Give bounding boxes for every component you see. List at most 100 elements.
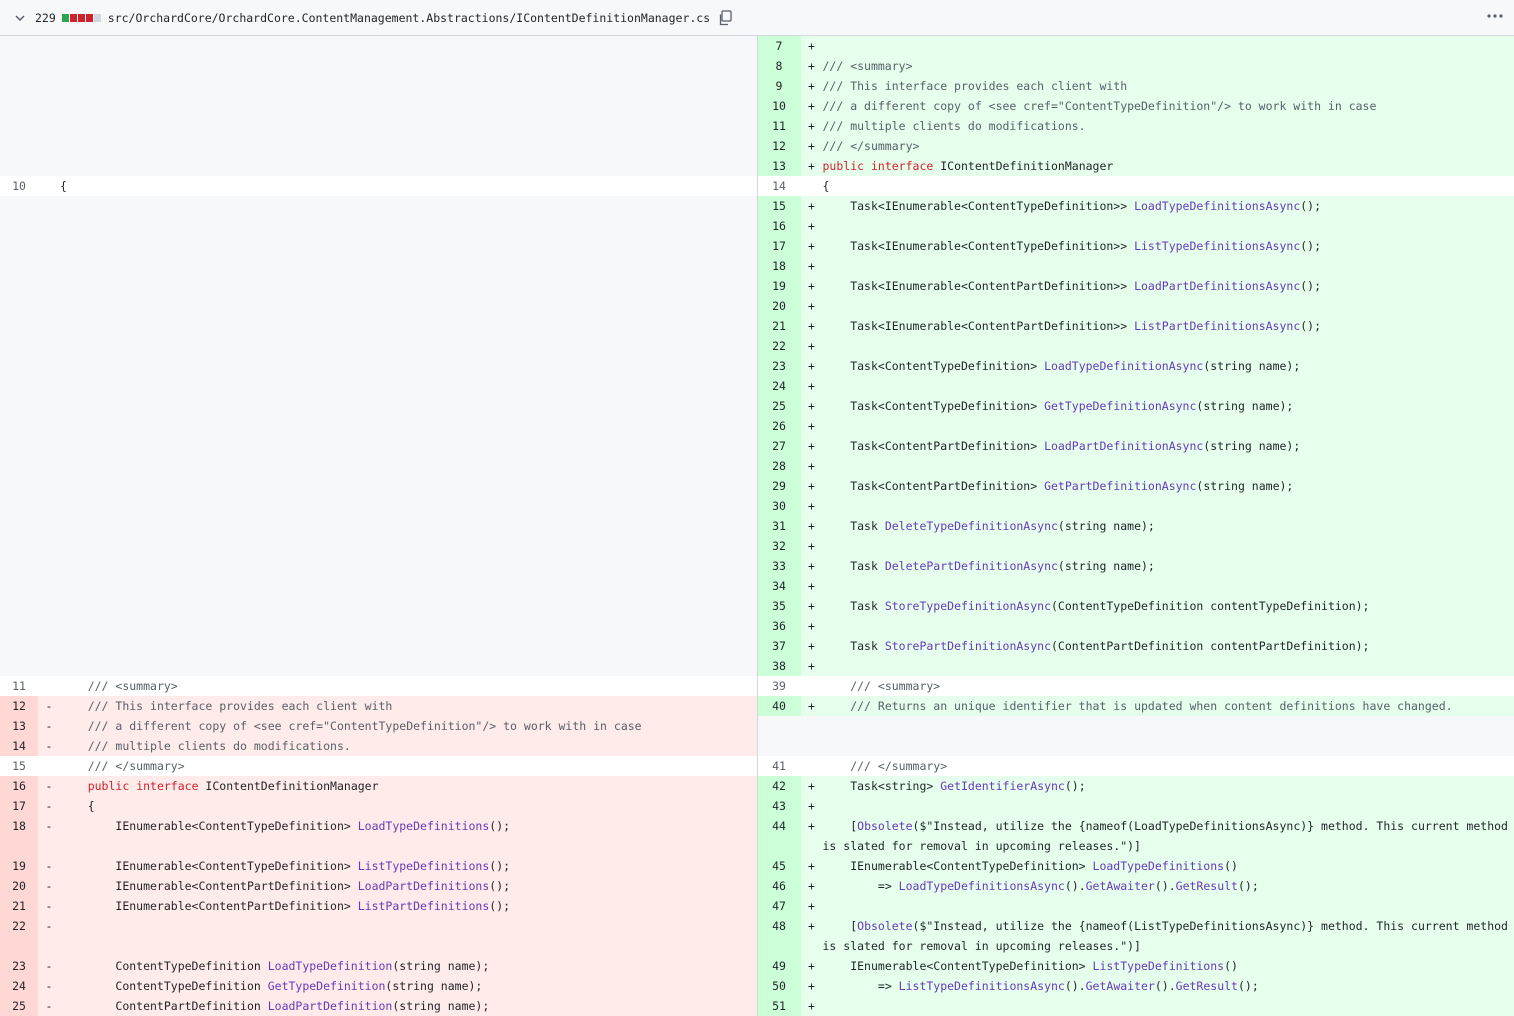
line-number[interactable]: 45 [758, 856, 801, 876]
diff-row: 31+ Task DeleteTypeDefinitionAsync(strin… [0, 516, 1514, 536]
line-number[interactable]: 26 [758, 416, 801, 436]
line-number[interactable]: 25 [758, 396, 801, 416]
code-line: /// <summary> [823, 676, 1514, 696]
diff-marker: + [801, 236, 823, 256]
line-number[interactable]: 33 [758, 556, 801, 576]
line-number[interactable]: 23 [758, 356, 801, 376]
line-number[interactable]: 38 [758, 656, 801, 676]
copy-icon[interactable] [718, 10, 732, 26]
line-number[interactable]: 31 [758, 516, 801, 536]
line-number[interactable]: 17 [758, 236, 801, 256]
line-number[interactable]: 20 [758, 296, 801, 316]
line-number[interactable]: 20 [0, 876, 38, 896]
line-number[interactable]: 28 [758, 456, 801, 476]
code-comment: /// a different copy of <see cref="Conte… [823, 99, 1377, 113]
diff-row: 13- /// a different copy of <see cref="C… [0, 716, 1514, 736]
line-number[interactable]: 47 [758, 896, 801, 916]
code-line: IEnumerable<ContentPartDefinition> LoadP… [60, 876, 757, 896]
right-line-add: 7+ [757, 36, 1514, 56]
code-method-name: ListPartDefinitionsAsync [1134, 319, 1300, 333]
line-number[interactable]: 34 [758, 576, 801, 596]
diff-marker: + [801, 156, 823, 176]
line-number[interactable]: 15 [0, 756, 38, 776]
line-number[interactable]: 50 [758, 976, 801, 996]
line-number[interactable]: 14 [758, 176, 801, 196]
line-number[interactable]: 27 [758, 436, 801, 456]
diff-marker [38, 756, 60, 776]
line-number[interactable]: 10 [758, 96, 801, 116]
line-number[interactable]: 12 [758, 136, 801, 156]
line-number[interactable]: 13 [0, 716, 38, 736]
line-number[interactable]: 15 [758, 196, 801, 216]
line-number[interactable]: 29 [758, 476, 801, 496]
line-number[interactable]: 21 [0, 896, 38, 916]
left-line-del: 14- /// multiple clients do modification… [0, 736, 757, 756]
line-number[interactable]: 35 [758, 596, 801, 616]
line-number[interactable]: 7 [758, 36, 801, 56]
line-number[interactable]: 11 [758, 116, 801, 136]
line-number[interactable]: 17 [0, 796, 38, 816]
diff-row: 28+ [0, 456, 1514, 476]
line-number[interactable]: 18 [758, 256, 801, 276]
line-number[interactable]: 23 [0, 956, 38, 976]
left-line-empty [0, 616, 757, 636]
diff-row: 17- {43+ [0, 796, 1514, 816]
kebab-menu-icon[interactable] [1486, 9, 1504, 23]
diff-marker: + [801, 276, 823, 296]
left-line-del: 16- public interface IContentDefinitionM… [0, 776, 757, 796]
line-number[interactable]: 9 [758, 76, 801, 96]
line-number[interactable]: 42 [758, 776, 801, 796]
line-number[interactable]: 12 [0, 696, 38, 716]
line-number[interactable]: 13 [758, 156, 801, 176]
line-number[interactable]: 43 [758, 796, 801, 816]
line-number[interactable]: 25 [0, 996, 38, 1016]
right-line-add: 34+ [757, 576, 1514, 596]
chevron-down-icon[interactable] [14, 12, 26, 24]
code-line: { [60, 176, 757, 196]
line-number[interactable]: 40 [758, 696, 801, 716]
line-number[interactable]: 36 [758, 616, 801, 636]
line-number[interactable]: 8 [758, 56, 801, 76]
line-number[interactable]: 48 [758, 916, 801, 956]
code-line [823, 996, 1514, 1016]
line-number[interactable]: 11 [0, 676, 38, 696]
line-number[interactable]: 41 [758, 756, 801, 776]
code-line: /// This interface provides each client … [60, 696, 757, 716]
line-number[interactable]: 49 [758, 956, 801, 976]
diff-row: 32+ [0, 536, 1514, 556]
line-number[interactable]: 24 [758, 376, 801, 396]
line-number[interactable]: 22 [0, 916, 38, 956]
diffstat-blocks [62, 14, 101, 22]
line-number[interactable]: 18 [0, 816, 38, 856]
left-line-empty [0, 236, 757, 256]
line-number[interactable]: 16 [0, 776, 38, 796]
line-number[interactable]: 39 [758, 676, 801, 696]
line-number[interactable]: 10 [0, 176, 38, 196]
line-number[interactable]: 44 [758, 816, 801, 856]
line-number[interactable]: 32 [758, 536, 801, 556]
line-number[interactable]: 19 [0, 856, 38, 876]
line-number[interactable]: 24 [0, 976, 38, 996]
code-comment: /// <summary> [88, 679, 178, 693]
code-method-name: ListPartDefinitions [358, 899, 490, 913]
line-number[interactable]: 46 [758, 876, 801, 896]
line-number[interactable]: 14 [0, 736, 38, 756]
code-method-name: LoadTypeDefinitionAsync [1044, 359, 1203, 373]
diff-marker: + [801, 876, 823, 896]
right-line-add: 36+ [757, 616, 1514, 636]
line-number[interactable]: 21 [758, 316, 801, 336]
line-number[interactable]: 22 [758, 336, 801, 356]
right-line-add: 35+ Task StoreTypeDefinitionAsync(Conten… [757, 596, 1514, 616]
right-line-empty [757, 716, 1514, 736]
line-number[interactable]: 19 [758, 276, 801, 296]
line-number[interactable]: 30 [758, 496, 801, 516]
code-line: Task StoreTypeDefinitionAsync(ContentTyp… [823, 596, 1514, 616]
line-number[interactable]: 16 [758, 216, 801, 236]
file-path[interactable]: src/OrchardCore/OrchardCore.ContentManag… [108, 11, 710, 25]
code-method-name: ListTypeDefinitionsAsync [899, 979, 1065, 993]
line-number[interactable]: 37 [758, 636, 801, 656]
line-number[interactable]: 51 [758, 996, 801, 1016]
left-line-empty [0, 316, 757, 336]
code-method-name: LoadTypeDefinitions [1093, 859, 1225, 873]
diff-marker [801, 756, 823, 776]
